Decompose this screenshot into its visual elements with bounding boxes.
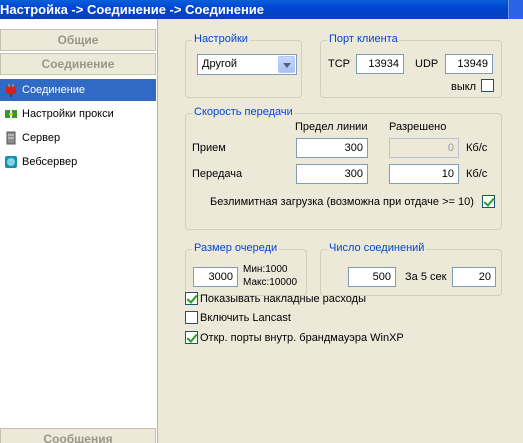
unlimited-download-checkbox[interactable] [482,195,495,208]
line-limit-header: Предел линии [295,121,368,133]
close-button[interactable] [508,0,523,19]
client-port-group: Порт клиента TCP 13934 UDP 13949 выкл [320,33,502,98]
globe-icon [5,156,17,168]
preset-select-value: Другой [202,58,237,70]
show-overhead-label: Показывать накладные расходы [200,293,366,305]
sidebar-group-messages[interactable]: Сообщения [0,428,156,443]
sidebar-item-label: Вебсервер [22,156,78,168]
queue-min-text: Мин:1000 [243,264,288,275]
sidebar-item-proxy[interactable]: Настройки прокси [0,103,156,125]
receive-unit: Кб/с [466,142,488,154]
plug-icon [6,84,16,97]
settings-group: Настройки Другой [185,33,302,98]
open-firewall-ports-label: Откр. порты внутр. брандмауэра WinXP [200,332,404,344]
udp-label: UDP [415,58,439,70]
queue-size-group: Размер очереди 3000 Мин:1000 Макс:10000 [185,242,307,296]
send-allowed-field[interactable]: 10 [389,164,459,184]
server-icon [6,131,16,145]
sidebar-group-connection[interactable]: Соединение [0,53,156,75]
port-off-label: выкл [451,81,477,93]
port-off-checkbox[interactable] [481,79,494,92]
connections-per-label: За 5 сек [405,271,447,283]
show-overhead-checkbox[interactable] [185,292,198,305]
preset-select[interactable]: Другой [197,54,297,75]
udp-port-field[interactable]: 13949 [445,54,493,74]
sidebar-item-label: Настройки прокси [22,108,114,120]
sidebar-group-general[interactable]: Общие [0,29,156,51]
send-unit: Кб/с [466,168,488,180]
unlimited-download-label: Безлимитная загрузка (возможна при отдач… [210,196,474,208]
receive-limit-field[interactable]: 300 [296,138,368,158]
enable-lancast-label: Включить Lancast [200,312,291,324]
proxy-icon [5,110,17,118]
connections-legend: Число соединений [327,242,427,254]
sidebar-item-webserver[interactable]: Вебсервер [0,151,156,173]
enable-lancast-checkbox[interactable] [185,311,198,324]
transfer-speed-group: Скорость передачи Предел линии Разрешено… [185,106,502,230]
title-bar: Настройка -> Соединение -> Соединение [0,0,523,19]
tcp-port-field[interactable]: 13934 [356,54,404,74]
connection-settings-panel: Настройки Другой Порт клиента TCP 13934 … [159,19,523,443]
chevron-down-icon[interactable] [278,56,295,73]
queue-size-field[interactable]: 3000 [193,267,238,287]
window-title: Настройка -> Соединение -> Соединение [0,2,265,17]
settings-group-legend: Настройки [192,33,250,45]
transfer-speed-legend: Скорость передачи [192,106,295,118]
sidebar: Общие Соединение Соединение Настройки пр… [0,19,158,443]
queue-size-legend: Размер очереди [192,242,280,254]
send-label: Передача [192,168,243,180]
receive-label: Прием [192,142,226,154]
sidebar-item-server[interactable]: Сервер [0,127,156,149]
connections-group: Число соединений 500 За 5 сек 20 [320,242,502,296]
send-limit-field[interactable]: 300 [296,164,368,184]
tcp-label: TCP [328,58,350,70]
connections-per-field[interactable]: 20 [452,267,496,287]
sidebar-item-connection[interactable]: Соединение [0,79,156,101]
sidebar-item-label: Сервер [22,132,61,144]
allowed-header: Разрешено [389,121,447,133]
queue-max-text: Макс:10000 [243,277,298,288]
receive-allowed-field[interactable]: 0 [389,138,459,158]
client-port-legend: Порт клиента [327,33,400,45]
sidebar-item-label: Соединение [22,84,86,96]
open-firewall-ports-checkbox[interactable] [185,331,198,344]
connections-field[interactable]: 500 [348,267,396,287]
